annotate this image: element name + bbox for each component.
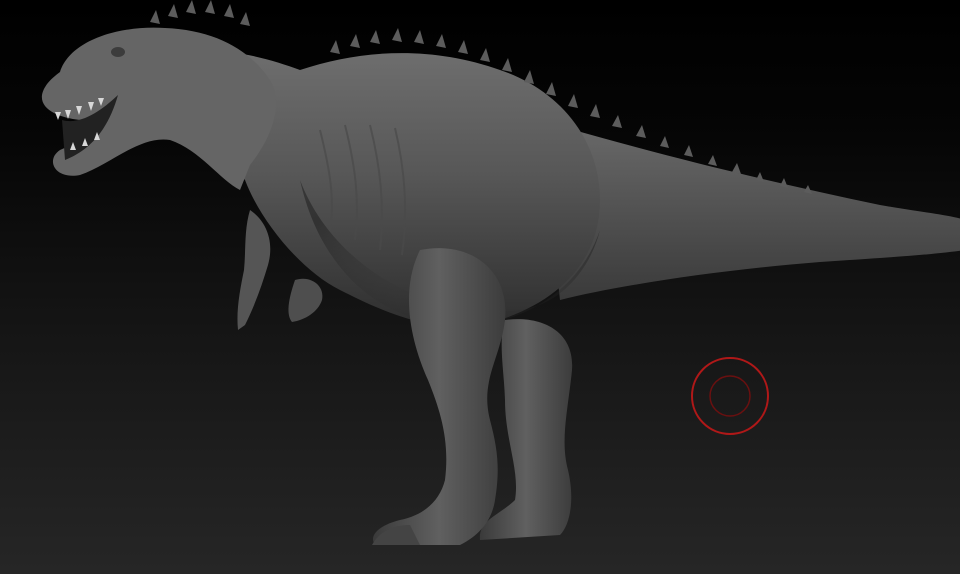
- dinosaur-model[interactable]: [0, 0, 960, 574]
- tail: [540, 120, 960, 300]
- hand: [288, 278, 323, 322]
- brush-cursor-icon: [691, 357, 769, 435]
- arm: [237, 210, 271, 330]
- eye: [111, 47, 125, 57]
- sculpt-viewport[interactable]: [0, 0, 960, 574]
